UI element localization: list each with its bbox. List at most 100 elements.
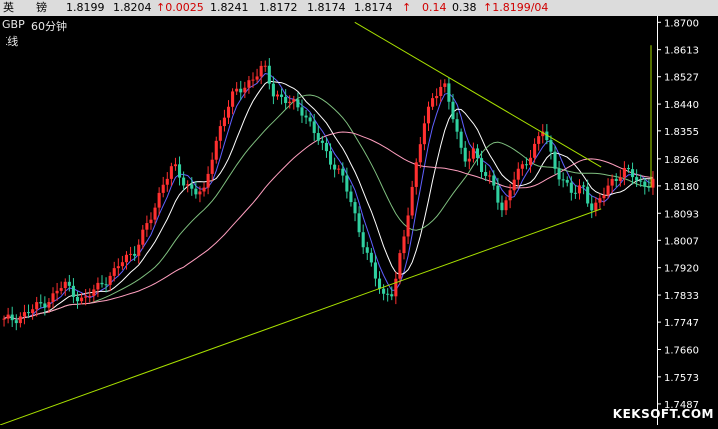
candle-body-74: [304, 115, 308, 118]
candle-body-79: [324, 142, 328, 152]
chart-area[interactable]: 1.8700 1.8613 1.8527 1.8440 1.8355 1.8266 1.81…: [0, 16, 718, 426]
candle-body-108: [443, 83, 447, 87]
candle-body-73: [300, 107, 304, 116]
candle-body-28: [116, 266, 120, 269]
candle-body-72: [296, 99, 300, 108]
candle-body-85: [349, 191, 353, 203]
candle-body-70: [288, 101, 292, 104]
candle-body-64: [263, 65, 267, 67]
candle-body-152: [622, 167, 626, 178]
candle-body-103: [422, 123, 426, 145]
candle-body-71: [292, 99, 296, 102]
candle-body-106: [435, 95, 439, 99]
candle-body-98: [402, 236, 406, 254]
quote-v1: 0.14: [422, 1, 447, 14]
candle-body-21: [88, 295, 92, 297]
watermark: KEKSOFT.COM: [612, 407, 714, 421]
candle-body-128: [524, 164, 528, 166]
candle-body-24: [100, 282, 104, 285]
candle-body-75: [308, 117, 312, 122]
candle-body-61: [251, 79, 255, 81]
y-tick-label-7: 1.8093: [664, 209, 699, 220]
quote-bar: 英 镑 1.8199 1.8204 ↑0.0025 1.8241 1.8172 …: [0, 0, 718, 16]
y-tick-label-9: 1.7920: [664, 264, 699, 275]
candle-body-159: [651, 178, 655, 188]
candle-body-55: [226, 106, 231, 118]
candle-body-120: [492, 175, 496, 186]
candle-body-90: [369, 252, 373, 263]
y-tick-label-2: 1.8527: [664, 73, 699, 84]
candle-body-45: [186, 184, 190, 186]
candle-body-115: [471, 148, 475, 159]
candle-body-32: [133, 253, 137, 256]
candle-body-53: [218, 126, 222, 141]
quote-close: 1.8174: [307, 1, 346, 14]
trendline-upper: [354, 21, 602, 168]
candle-body-13: [55, 290, 59, 294]
candle-body-82: [337, 168, 341, 170]
candle-body-40: [165, 178, 169, 185]
candle-body-140: [573, 192, 577, 194]
candle-body-62: [255, 76, 259, 80]
candle-body-22: [92, 289, 96, 296]
quote-v2: 0.38: [452, 1, 477, 14]
candle-body-126: [516, 168, 520, 180]
y-tick-label-0: 1.8700: [664, 18, 699, 29]
candle-body-149: [610, 178, 614, 186]
candle-body-81: [333, 164, 337, 170]
candle-body-31: [129, 253, 133, 255]
candle-body-123: [504, 200, 508, 211]
candle-body-93: [382, 288, 386, 294]
candle-body-92: [377, 278, 382, 289]
candle-body-155: [635, 177, 639, 181]
quote-high: 1.8241: [210, 1, 249, 14]
trendline-layer: [0, 21, 652, 426]
candle-body-33: [137, 244, 141, 256]
candle-body-42: [173, 164, 177, 167]
candle-body-69: [284, 96, 288, 104]
candle-body-97: [398, 253, 402, 279]
candle-body-150: [614, 178, 618, 181]
candle-body-110: [451, 101, 455, 120]
candle-body-148: [606, 185, 610, 196]
candle-body-147: [602, 195, 606, 199]
candle-body-158: [647, 186, 651, 188]
candle-body-50: [206, 173, 210, 188]
candle-body-6: [26, 312, 31, 314]
candle-body-136: [557, 168, 561, 180]
candle-body-7: [31, 309, 35, 314]
candle-body-151: [618, 177, 622, 181]
price-chart[interactable]: 1.8700 1.8613 1.8527 1.8440 1.8355 1.8266 1.81…: [0, 16, 718, 426]
candle-body-66: [271, 83, 275, 97]
candle-body-76: [312, 121, 316, 134]
candle-body-38: [157, 192, 161, 208]
candle-body-94: [386, 293, 390, 295]
candle-body-35: [145, 223, 149, 230]
candle-body-146: [598, 198, 602, 203]
candle-body-5: [22, 312, 26, 317]
candle-body-116: [475, 148, 480, 159]
candle-body-80: [329, 151, 333, 165]
quote-prev: 1.8204: [113, 1, 152, 14]
candle-body-101: [414, 162, 418, 187]
candle-body-57: [235, 88, 239, 92]
price-axis: 1.8700 1.8613 1.8527 1.8440 1.8355 1.8266 1.81…: [657, 16, 699, 425]
candle-body-144: [590, 203, 594, 211]
candle-body-135: [553, 151, 557, 169]
candle-body-102: [418, 144, 422, 163]
candle-body-47: [194, 188, 198, 195]
candle-body-49: [202, 187, 206, 192]
candle-body-29: [120, 262, 124, 267]
candle-body-18: [75, 296, 80, 302]
trendline-lower: [0, 208, 602, 426]
candle-body-154: [631, 169, 635, 178]
candle-body-156: [639, 180, 643, 182]
candle-body-54: [222, 117, 226, 127]
candle-body-11: [47, 301, 51, 308]
candle-body-8: [35, 302, 39, 310]
y-tick-label-11: 1.7747: [664, 318, 699, 329]
quote-last-time: ↑1.8199/04: [483, 1, 549, 14]
candle-body-63: [259, 65, 263, 77]
candle-body-10: [43, 303, 47, 308]
candlestick-layer: [2, 58, 655, 331]
